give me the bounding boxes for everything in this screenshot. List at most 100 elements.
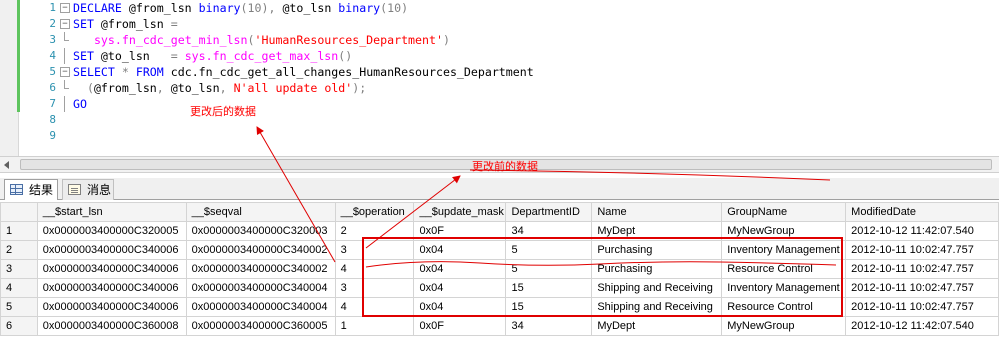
sql-editor[interactable]: 1− DECLARE @from_lsn binary(10), @to_lsn … bbox=[0, 0, 999, 156]
table-cell[interactable]: MyNewGroup bbox=[721, 221, 847, 241]
table-cell[interactable]: 0x0000003400000C340006 bbox=[36, 297, 187, 317]
table-cell[interactable]: 2012-10-12 11:42:07.540 bbox=[845, 221, 999, 241]
table-cell[interactable]: 34 bbox=[505, 221, 593, 241]
table-cell[interactable]: MyDept bbox=[591, 316, 723, 336]
table-cell[interactable]: 0x04 bbox=[413, 240, 507, 260]
table-cell[interactable]: 2012-10-12 11:42:07.540 bbox=[845, 316, 999, 336]
table-cell[interactable]: 5 bbox=[505, 240, 593, 260]
table-cell[interactable]: 0x0000003400000C340006 bbox=[36, 240, 187, 260]
code-line[interactable]: 4 SET @to_lsn = sys.fn_cdc_get_max_lsn() bbox=[0, 48, 999, 64]
row-number[interactable]: 3 bbox=[0, 259, 38, 279]
table-cell[interactable]: Shipping and Receiving bbox=[591, 297, 723, 317]
table-cell[interactable]: Inventory Management bbox=[721, 240, 847, 260]
table-cell[interactable]: 3 bbox=[334, 240, 415, 260]
column-header[interactable]: __$seqval bbox=[185, 202, 336, 222]
line-number: 4 bbox=[49, 49, 56, 62]
table-row[interactable]: 4 0x0000003400000C340006 0x0000003400000C3… bbox=[0, 278, 999, 298]
table-row[interactable]: 3 0x0000003400000C340006 0x0000003400000C3… bbox=[0, 259, 999, 279]
change-marker bbox=[17, 80, 20, 96]
column-header[interactable]: __$operation bbox=[334, 202, 415, 222]
code-line[interactable]: 8 bbox=[0, 112, 999, 128]
table-cell[interactable]: 0x04 bbox=[413, 278, 507, 298]
code-token: @to_lsn bbox=[282, 1, 339, 15]
column-header[interactable]: Name bbox=[591, 202, 723, 222]
outline-end-icon bbox=[59, 80, 70, 96]
code-line[interactable]: 1− DECLARE @from_lsn binary(10), @to_lsn … bbox=[0, 0, 999, 16]
tab-results[interactable]: 结果 bbox=[4, 179, 58, 200]
code-line[interactable]: 3 sys.fn_cdc_get_min_lsn('HumanResources… bbox=[0, 32, 999, 48]
table-cell[interactable]: 2012-10-11 10:02:47.757 bbox=[845, 297, 999, 317]
collapse-icon[interactable]: − bbox=[59, 16, 70, 32]
table-cell[interactable]: 0x0000003400000C340004 bbox=[185, 297, 336, 317]
row-number[interactable]: 2 bbox=[0, 240, 38, 260]
table-cell[interactable]: 0x0000003400000C360008 bbox=[36, 316, 187, 336]
table-cell[interactable]: 0x0000003400000C340002 bbox=[185, 259, 336, 279]
code-line[interactable]: 7 GO bbox=[0, 96, 999, 112]
table-cell[interactable]: 0x0F bbox=[413, 221, 507, 241]
column-header[interactable]: ModifiedDate bbox=[845, 202, 999, 222]
collapse-icon[interactable]: − bbox=[59, 0, 70, 16]
table-cell[interactable]: 0x0000003400000C320003 bbox=[185, 221, 336, 241]
results-grid[interactable]: __$start_lsn __$seqval __$operation __$upda… bbox=[0, 202, 999, 360]
table-cell[interactable]: 3 bbox=[334, 278, 415, 298]
code-line[interactable]: 5− SELECT * FROM cdc.fn_cdc_get_all_chang… bbox=[0, 64, 999, 80]
table-cell[interactable]: 0x0F bbox=[413, 316, 507, 336]
table-cell[interactable]: 4 bbox=[334, 297, 415, 317]
table-cell[interactable]: MyDept bbox=[591, 221, 723, 241]
table-cell[interactable]: Purchasing bbox=[591, 259, 723, 279]
collapse-icon[interactable]: − bbox=[59, 64, 70, 80]
table-cell[interactable]: 2012-10-11 10:02:47.757 bbox=[845, 259, 999, 279]
row-number[interactable]: 6 bbox=[0, 316, 38, 336]
table-cell[interactable]: 15 bbox=[505, 297, 593, 317]
code-token: FROM bbox=[135, 65, 171, 79]
column-header[interactable]: DepartmentID bbox=[505, 202, 593, 222]
code-text: (@from_lsn, @to_lsn, N'all update old'); bbox=[73, 80, 366, 96]
table-cell[interactable]: 1 bbox=[334, 316, 415, 336]
code-token: ) bbox=[442, 33, 450, 47]
table-cell[interactable]: 34 bbox=[505, 316, 593, 336]
table-cell[interactable]: 0x04 bbox=[413, 259, 507, 279]
table-cell[interactable]: Purchasing bbox=[591, 240, 723, 260]
outline-blank bbox=[59, 128, 70, 144]
table-cell[interactable]: 0x0000003400000C320005 bbox=[36, 221, 187, 241]
tab-messages[interactable]: 消息 bbox=[62, 179, 114, 200]
annotation-after-change: 更改后的数据 bbox=[190, 105, 256, 118]
table-cell[interactable]: 2 bbox=[334, 221, 415, 241]
table-row[interactable]: 5 0x0000003400000C340006 0x0000003400000C3… bbox=[0, 297, 999, 317]
row-number[interactable]: 4 bbox=[0, 278, 38, 298]
code-line[interactable]: 6 (@from_lsn, @to_lsn, N'all update old'… bbox=[0, 80, 999, 96]
table-cell[interactable]: 2012-10-11 10:02:47.757 bbox=[845, 278, 999, 298]
code-token: SET bbox=[73, 17, 101, 31]
column-header[interactable]: GroupName bbox=[721, 202, 847, 222]
table-cell[interactable]: 4 bbox=[334, 259, 415, 279]
table-cell[interactable]: 0x0000003400000C340006 bbox=[36, 259, 187, 279]
row-number[interactable]: 1 bbox=[0, 221, 38, 241]
table-cell[interactable]: Shipping and Receiving bbox=[591, 278, 723, 298]
table-cell[interactable]: 0x04 bbox=[413, 297, 507, 317]
scroll-left-arrow-icon[interactable] bbox=[4, 161, 9, 169]
table-cell[interactable]: Inventory Management bbox=[721, 278, 847, 298]
table-cell[interactable]: 0x0000003400000C360005 bbox=[185, 316, 336, 336]
table-row[interactable]: 1 0x0000003400000C320005 0x0000003400000C3… bbox=[0, 221, 999, 241]
grid-corner[interactable] bbox=[0, 202, 38, 222]
table-cell[interactable]: 15 bbox=[505, 278, 593, 298]
code-token: N'all update old' bbox=[233, 81, 353, 95]
table-row[interactable]: 2 0x0000003400000C340006 0x0000003400000C3… bbox=[0, 240, 999, 260]
code-line[interactable]: 9 bbox=[0, 128, 999, 144]
table-cell[interactable]: MyNewGroup bbox=[721, 316, 847, 336]
table-cell[interactable]: 0x0000003400000C340002 bbox=[185, 240, 336, 260]
table-cell[interactable]: 0x0000003400000C340004 bbox=[185, 278, 336, 298]
row-number[interactable]: 5 bbox=[0, 297, 38, 317]
table-cell[interactable]: 2012-10-11 10:02:47.757 bbox=[845, 240, 999, 260]
code-token: 'HumanResources_Department' bbox=[254, 33, 443, 47]
code-line[interactable]: 2− SET @from_lsn = bbox=[0, 16, 999, 32]
table-row[interactable]: 6 0x0000003400000C360008 0x0000003400000C3… bbox=[0, 316, 999, 336]
column-header[interactable]: __$start_lsn bbox=[36, 202, 187, 222]
table-cell[interactable]: 0x0000003400000C340006 bbox=[36, 278, 187, 298]
table-cell[interactable]: Resource Control bbox=[721, 259, 847, 279]
line-number: 2 bbox=[49, 17, 56, 30]
column-header[interactable]: __$update_mask bbox=[413, 202, 507, 222]
line-number: 9 bbox=[49, 129, 56, 142]
table-cell[interactable]: Resource Control bbox=[721, 297, 847, 317]
table-cell[interactable]: 5 bbox=[505, 259, 593, 279]
